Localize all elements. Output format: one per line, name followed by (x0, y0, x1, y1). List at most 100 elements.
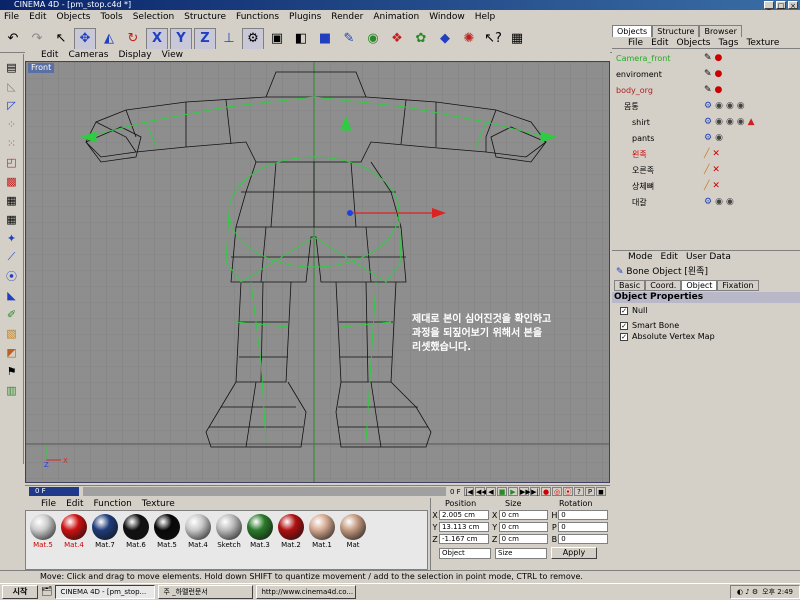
x-axis-icon[interactable]: X (146, 27, 168, 50)
camera-tag-icon[interactable]: ✎ (704, 53, 712, 63)
record-button[interactable]: ● (541, 487, 551, 496)
material-ball-icon[interactable] (309, 514, 335, 540)
object-row[interactable]: shirt ⚙ ◉ ◉ ◉ ▲ (612, 114, 800, 130)
phong-tag-icon[interactable]: ⚙ (704, 197, 712, 207)
object-name[interactable]: 왼족 (632, 149, 647, 160)
material-swatch[interactable]: Mat.6 (122, 514, 150, 566)
cross-tag-icon[interactable]: ✕ (712, 165, 720, 175)
prev-frame-button[interactable]: ◀ (486, 487, 496, 496)
object-row[interactable]: body_org ✎ ● (612, 82, 800, 98)
deformer-icon[interactable]: ❖ (386, 28, 408, 50)
rotation-h-field[interactable]: 0 (558, 510, 609, 520)
joint-icon[interactable]: ⦿ (2, 267, 22, 285)
view-icon[interactable]: ▥ (2, 381, 22, 399)
object-name[interactable]: shirt (632, 118, 650, 127)
material-menu-function[interactable]: Function (94, 498, 132, 510)
minimize-button[interactable]: _ (764, 1, 774, 10)
size-mode-dropdown[interactable]: Size (495, 547, 547, 559)
phong-tag-icon[interactable]: ⚙ (704, 117, 712, 127)
rotation-p-field[interactable]: 0 (558, 522, 609, 532)
undo-icon[interactable]: ↶ (2, 28, 24, 50)
om-menu-tags[interactable]: Tags (719, 37, 739, 48)
bone-tag-icon[interactable]: ╱ (704, 181, 709, 191)
object-row[interactable]: enviroment ✎ ● (612, 66, 800, 82)
material-swatch[interactable]: Mat.5 (29, 514, 57, 566)
position-x-field[interactable]: 2.005 cm (438, 510, 489, 520)
cube-icon[interactable]: ■ (314, 28, 336, 50)
world-coord-icon[interactable]: ⊥ (218, 28, 240, 50)
smart-bone-checkbox[interactable]: ✓ (620, 321, 628, 330)
redo-icon[interactable]: ↷ (26, 28, 48, 50)
apply-button[interactable]: Apply (551, 547, 597, 559)
stop-button[interactable]: ■ (497, 487, 507, 496)
object-name[interactable]: body_org (616, 86, 653, 95)
material-ball-icon[interactable] (247, 514, 273, 540)
om-menu-objects[interactable]: Objects (677, 37, 711, 48)
absolute-vertex-map-checkbox-row[interactable]: ✓ Absolute Vertex Map (620, 332, 715, 341)
material-ball-icon[interactable] (185, 514, 211, 540)
material-ball-icon[interactable] (340, 514, 366, 540)
material-tag-icon[interactable]: ◉ (715, 197, 723, 207)
menu-selection[interactable]: Selection (133, 10, 174, 24)
om-menu-texture[interactable]: Texture (746, 37, 779, 48)
tab-browser[interactable]: Browser (699, 25, 742, 37)
phong-tag-icon[interactable]: ⚙ (704, 133, 712, 143)
menu-structure[interactable]: Structure (184, 10, 226, 24)
material-ball-icon[interactable] (278, 514, 304, 540)
dot-red-icon[interactable]: ● (715, 69, 723, 79)
go-end-button[interactable]: ▶| (530, 487, 540, 496)
menu-edit[interactable]: Edit (29, 10, 46, 24)
tab-coord[interactable]: Coord. (645, 280, 682, 291)
material-tag-icon[interactable]: ◉ (715, 117, 723, 127)
spline-icon[interactable]: ✎ (338, 28, 360, 50)
object-mode-icon[interactable]: ▣ (266, 28, 288, 50)
z-axis-icon[interactable]: Z (194, 27, 216, 50)
tab-object[interactable]: Object (681, 280, 718, 291)
material-menu-file[interactable]: File (41, 498, 56, 510)
model-mode-icon[interactable]: ⚙ (242, 27, 264, 50)
menu-help[interactable]: Help (475, 10, 496, 24)
param-button[interactable]: P (585, 487, 595, 496)
viewport-menu-edit[interactable]: Edit (41, 49, 58, 61)
material-tag-icon[interactable]: ◉ (726, 117, 734, 127)
material-swatch[interactable]: Mat.1 (308, 514, 336, 566)
viewport-menu-display[interactable]: Display (118, 49, 151, 61)
checker3-icon[interactable]: ▦ (2, 210, 22, 228)
quicklaunch-icon[interactable]: 🗂 (41, 587, 52, 597)
menu-functions[interactable]: Functions (236, 10, 279, 24)
menu-tools[interactable]: Tools (101, 10, 123, 24)
phong-tag-icon[interactable]: ⚙ (704, 101, 712, 111)
task-cinema4d[interactable]: CINEMA 4D - [pm_stop... (55, 585, 156, 599)
render-icon[interactable]: ▦ (506, 28, 528, 50)
brush-icon[interactable]: ▧ (2, 324, 22, 342)
material-tag-icon[interactable]: ◉ (715, 101, 723, 111)
material-ball-icon[interactable] (123, 514, 149, 540)
material-tag-icon[interactable]: ◉ (715, 133, 723, 143)
material-ball-icon[interactable] (216, 514, 242, 540)
viewport-canvas[interactable]: Z X (26, 62, 610, 483)
timeline-track[interactable] (83, 487, 446, 496)
next-key-button[interactable]: ▶▶ (519, 487, 531, 496)
current-frame[interactable]: 0 F (29, 487, 79, 496)
polygon-icon[interactable]: ◺ (2, 77, 22, 95)
task-browser[interactable]: http://www.cinema4d.co... (256, 585, 357, 599)
material-swatch[interactable]: Mat.4 (60, 514, 88, 566)
texture-icon[interactable]: ◰ (2, 153, 22, 171)
om-menu-edit[interactable]: Edit (651, 37, 668, 48)
material-tag-icon[interactable]: ◉ (726, 197, 734, 207)
y-axis-icon[interactable]: Y (170, 27, 192, 50)
am-menu-edit[interactable]: Edit (661, 251, 678, 262)
size-x-field[interactable]: 0 cm (498, 510, 549, 520)
object-row[interactable]: Camera_front ✎ ● (612, 50, 800, 66)
edit-mode-icon[interactable]: ◧ (290, 28, 312, 50)
help-icon[interactable]: ↖? (482, 28, 504, 50)
viewport[interactable]: Z X (25, 61, 610, 483)
point-icon[interactable]: ⁘ (2, 115, 22, 133)
object-name[interactable]: 상체뼈 (632, 181, 654, 192)
bone-tag-icon[interactable]: ╱ (704, 165, 709, 175)
object-name[interactable]: Camera_front (616, 54, 670, 63)
dot-red-icon[interactable]: ● (715, 53, 723, 63)
help-button[interactable]: ? (574, 487, 584, 496)
close-button[interactable]: × (788, 1, 798, 10)
menu-animation[interactable]: Animation (373, 10, 419, 24)
